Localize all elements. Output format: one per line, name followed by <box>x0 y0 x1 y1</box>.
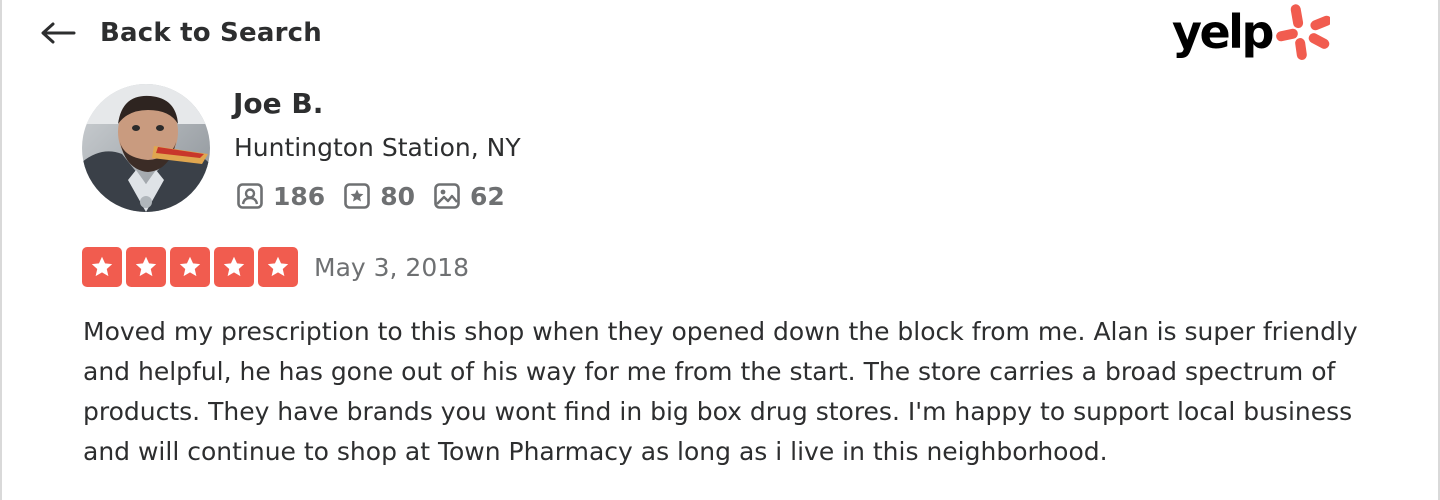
yelp-burst-icon <box>1272 2 1332 66</box>
yelp-wordmark: yelp <box>1172 5 1274 59</box>
reviews-count: 80 <box>380 181 415 211</box>
star-icon <box>126 247 166 287</box>
star-icon <box>170 247 210 287</box>
reviewer-name[interactable]: Joe B. <box>233 86 323 122</box>
friends-icon <box>236 182 264 210</box>
photos-stat: 62 <box>433 182 505 211</box>
review-date: May 3, 2018 <box>314 253 470 282</box>
avatar[interactable] <box>82 84 210 212</box>
left-border <box>0 0 2 500</box>
photos-count: 62 <box>469 181 505 211</box>
star-rating <box>82 247 302 287</box>
friends-stat: 186 <box>236 182 325 211</box>
photo-icon <box>433 182 461 210</box>
review-page: Back to Search yelp Joe B. Huntington St… <box>0 0 1440 500</box>
back-to-search-link[interactable]: Back to Search <box>40 16 322 50</box>
friends-count: 186 <box>273 181 326 211</box>
arrow-left-icon <box>40 21 76 45</box>
review-text: Moved my prescription to this shop when … <box>83 317 1358 466</box>
star-icon <box>258 247 298 287</box>
reviewer-stats: 186 80 62 <box>236 180 523 212</box>
star-icon <box>82 247 122 287</box>
reviews-stat: 80 <box>343 182 415 211</box>
reviewer-location: Huntington Station, NY <box>234 133 521 162</box>
back-to-search-label: Back to Search <box>100 18 322 48</box>
yelp-logo[interactable]: yelp <box>1172 2 1332 66</box>
star-icon <box>214 247 254 287</box>
review-star-icon <box>343 182 371 210</box>
